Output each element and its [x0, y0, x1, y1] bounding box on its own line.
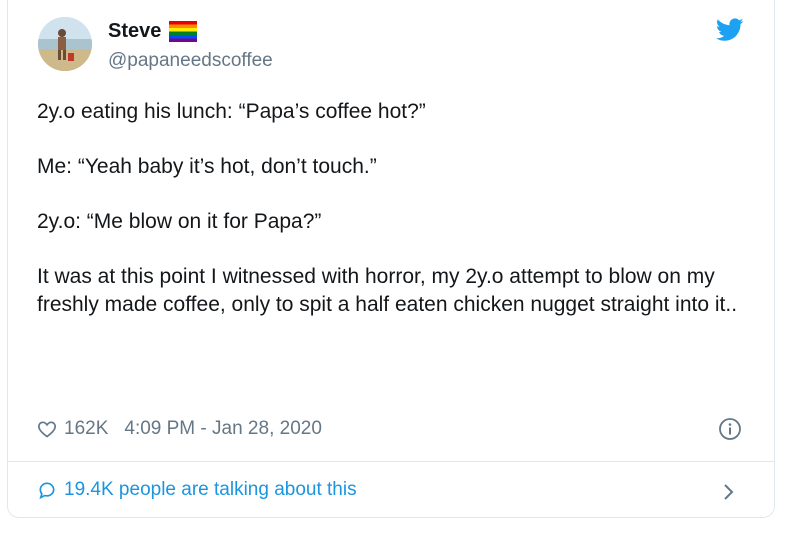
like-count[interactable]: 162K [64, 418, 108, 440]
tweet-paragraph: 2y.o eating his lunch: “Papa’s coffee ho… [37, 100, 426, 123]
tweet-paragraph: Me: “Yeah baby it’s hot, don’t touch.” [37, 155, 377, 178]
display-name[interactable]: Steve [108, 20, 161, 43]
avatar[interactable] [38, 17, 92, 71]
divider [7, 461, 775, 462]
tweet-paragraph: It was at this point I witnessed with ho… [37, 265, 738, 316]
tweet-text: 2y.o eating his lunch: “Papa’s coffee ho… [37, 98, 757, 318]
reply-bubble-icon [37, 480, 57, 500]
conversation-label[interactable]: 19.4K people are talking about this [64, 479, 357, 501]
tweet-paragraph: 2y.o: “Me blow on it for Papa?” [37, 210, 322, 233]
twitter-bird-icon[interactable] [715, 18, 744, 42]
author-handle[interactable]: @papaneedscoffee [108, 50, 273, 72]
chevron-right-icon[interactable] [722, 482, 736, 502]
rainbow-flag-icon [169, 21, 198, 42]
conversation-link[interactable]: 19.4K people are talking about this [37, 479, 357, 501]
author-name-row: Steve [108, 20, 198, 43]
info-icon[interactable] [718, 417, 742, 441]
heart-icon[interactable] [37, 419, 57, 439]
tweet-meta: 162K 4:09 PM - Jan 28, 2020 [37, 418, 322, 440]
tweet-timestamp[interactable]: 4:09 PM - Jan 28, 2020 [124, 418, 322, 440]
